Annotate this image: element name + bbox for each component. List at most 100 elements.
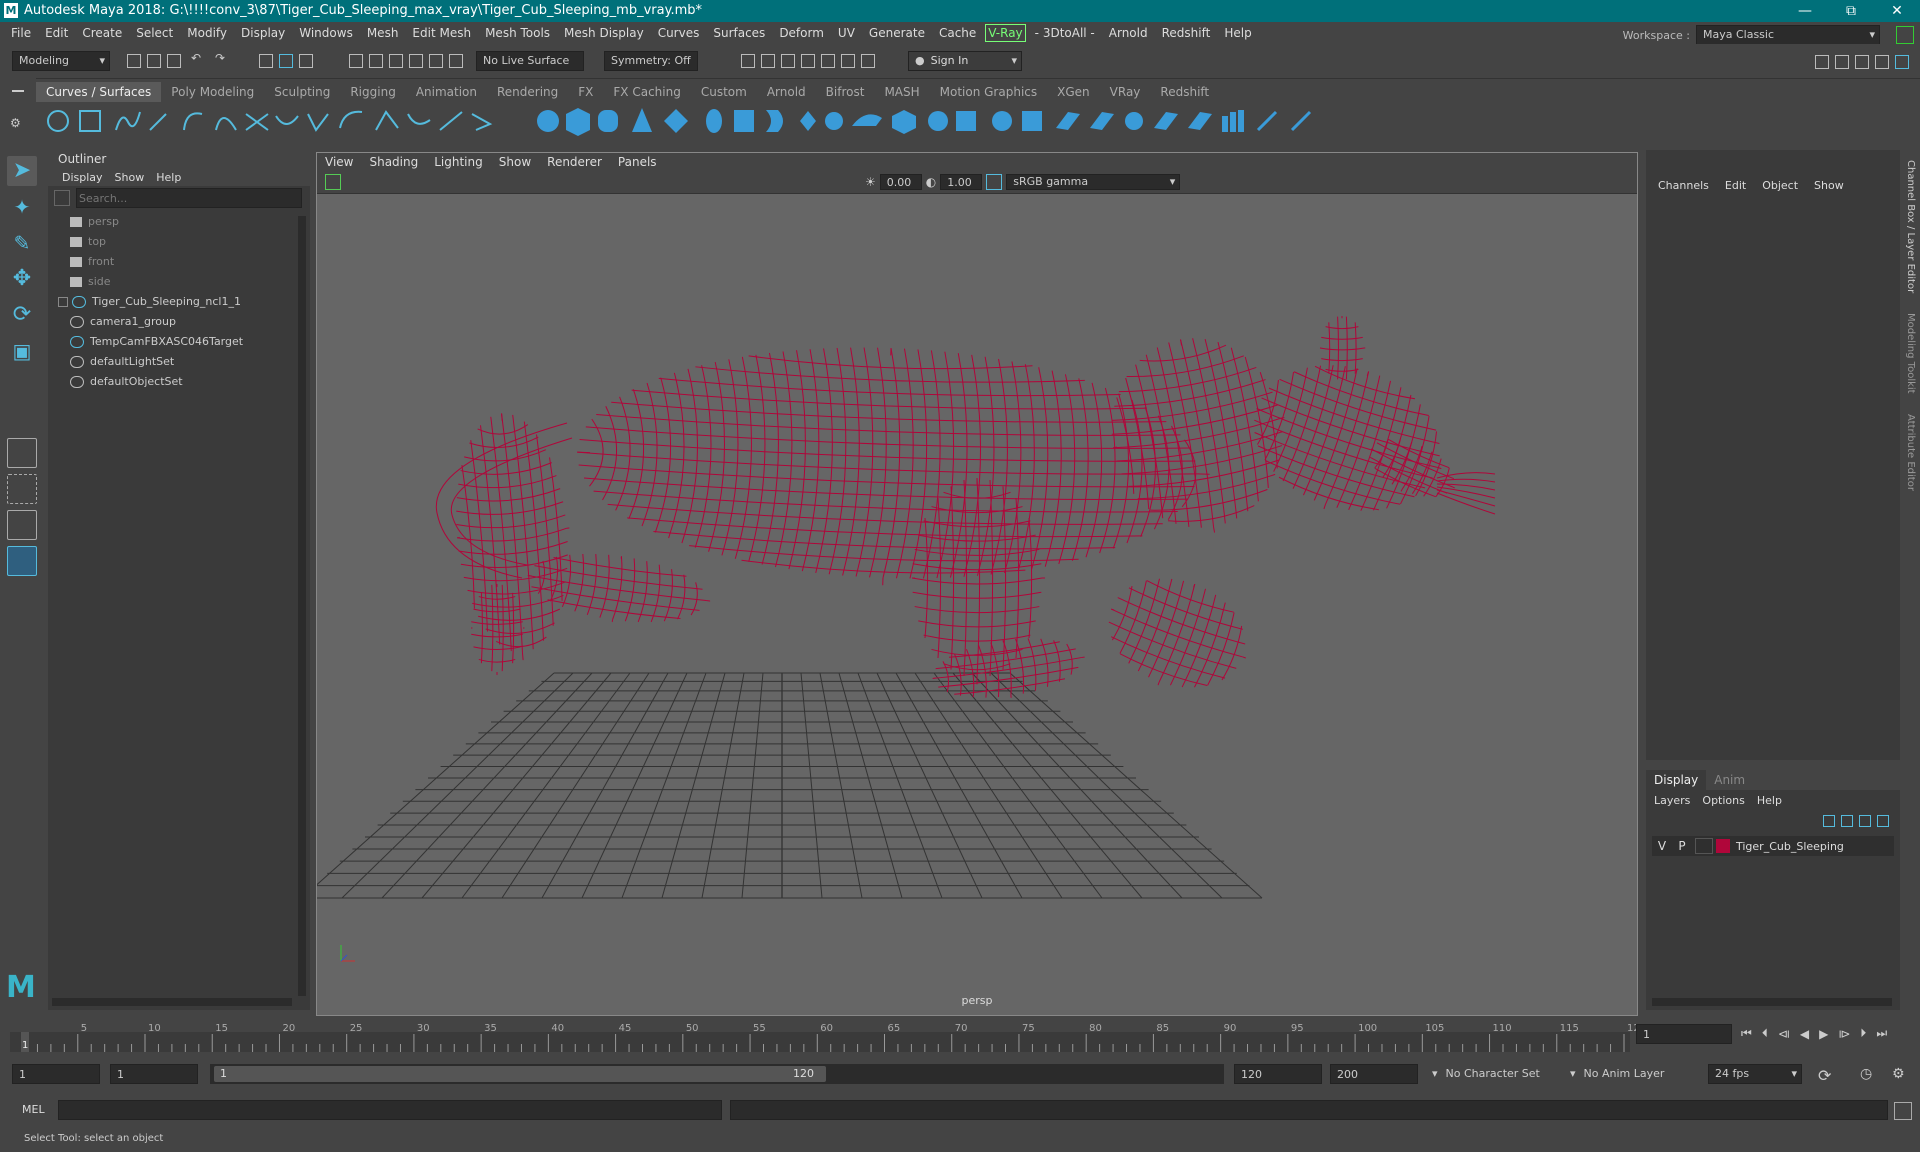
layer-menu-help[interactable]: Help [1751,794,1788,807]
channel-menu-channels[interactable]: Channels [1650,179,1717,192]
character-set-dropdown[interactable]: ▾ No Character Set [1432,1064,1582,1084]
new-scene-icon[interactable] [127,54,141,68]
playback-start-field[interactable]: 1 [110,1064,198,1084]
side-by-side-icon[interactable] [7,510,37,540]
outliner-layout-icon[interactable] [7,546,37,576]
shelf-tab-curves-surfaces[interactable]: Curves / Surfaces [36,82,162,102]
snap-view-plane-icon[interactable] [429,54,443,68]
shelf-settings-icon[interactable]: ⚙ [10,116,26,130]
tab-channel-box[interactable]: Channel Box / Layer Editor [1905,160,1916,293]
play-backwards-icon[interactable]: ◀ [1800,1027,1809,1041]
outliner-scrollbar[interactable] [298,216,306,996]
time-slider-track[interactable]: 5 10 15 20 25 30 35 40 45 50 55 60 65 70 75 80 85 90 95 100… [10,1018,1650,1054]
channel-menu-object[interactable]: Object [1754,179,1806,192]
layer-visibility-toggle[interactable]: V [1652,839,1672,853]
character-controls-icon[interactable] [1835,55,1849,69]
menu-mesh[interactable]: Mesh [360,22,406,44]
layer-menu-layers[interactable]: Layers [1648,794,1696,807]
menu-create[interactable]: Create [75,22,129,44]
colorspace-dropdown[interactable]: sRGB gamma ▾ [1006,174,1181,190]
snap-curve-icon[interactable] [369,54,383,68]
menu-modify[interactable]: Modify [180,22,234,44]
outliner-item[interactable]: defaultLightSet [48,352,310,372]
range-slider[interactable]: 1 120 [210,1064,1224,1084]
layer-playback-toggle[interactable]: P [1672,839,1692,853]
menu-edit-mesh[interactable]: Edit Mesh [405,22,478,44]
menu-set-dropdown[interactable]: Modeling ▾ [12,51,110,71]
menu-generate[interactable]: Generate [862,22,932,44]
range-slider-handle[interactable]: 1 120 [214,1066,826,1082]
shelf-tab-vray[interactable]: VRay [1100,82,1151,102]
preferences-icon[interactable]: ⚙ [1892,1066,1905,1082]
go-to-end-icon[interactable]: ⏭ [1876,1026,1887,1041]
command-language-toggle[interactable]: MEL [22,1103,45,1116]
shelf-tab-xgen[interactable]: XGen [1047,82,1100,102]
lasso-tool-icon[interactable]: ✦ [7,192,37,222]
shelf-tab-bifrost[interactable]: Bifrost [816,82,875,102]
outliner-menu-display[interactable]: Display [56,171,109,184]
pause-render-icon[interactable] [861,54,875,68]
menu-display[interactable]: Display [234,22,292,44]
open-scene-icon[interactable] [147,54,161,68]
outliner-item[interactable]: side [48,272,310,292]
outliner-item[interactable]: TempCamFBXASC046Target [48,332,310,352]
restore-icon[interactable]: ⧉ [1828,0,1874,22]
select-by-hierarchy-icon[interactable] [259,54,273,68]
outliner-item[interactable]: front [48,252,310,272]
menu-curves[interactable]: Curves [651,22,707,44]
scene-start-field[interactable]: 1 [12,1064,100,1084]
sign-in-button[interactable]: ● Sign In ▾ [908,51,1022,71]
snap-grid-icon[interactable] [349,54,363,68]
lock-icon[interactable] [1896,26,1914,44]
shelf-tab-custom[interactable]: Custom [691,82,757,102]
step-back-key-icon[interactable]: ⧏ [1778,1027,1790,1041]
save-scene-icon[interactable] [167,54,181,68]
menu-edit[interactable]: Edit [38,22,75,44]
layer-menu-options[interactable]: Options [1696,794,1750,807]
layer-color-swatch[interactable] [1716,839,1730,853]
color-management-icon[interactable] [986,174,1003,190]
outliner-item[interactable]: camera1_group [48,312,310,332]
outliner-item[interactable]: top [48,232,310,252]
four-view-icon[interactable] [7,474,37,504]
step-back-frame-icon[interactable]: ⏴ [1762,1026,1768,1041]
move-layer-down-icon[interactable] [1841,815,1853,827]
outliner-search-input[interactable] [76,188,302,208]
menu-uv[interactable]: UV [831,22,862,44]
live-surface-field[interactable]: No Live Surface [476,51,584,71]
tab-anim[interactable]: Anim [1706,770,1753,790]
gamma-field[interactable]: 1.00 [940,174,983,190]
move-tool-icon[interactable]: ✥ [7,264,37,294]
menu-mesh-display[interactable]: Mesh Display [557,22,651,44]
shelf-tab-rigging[interactable]: Rigging [340,82,405,102]
go-to-start-icon[interactable]: ⏮ [1741,1026,1752,1041]
new-layer-selected-icon[interactable] [1877,815,1889,827]
menu-deform[interactable]: Deform [772,22,831,44]
layer-hscrollbar[interactable] [1652,998,1892,1006]
shelf-tab-rendering[interactable]: Rendering [487,82,568,102]
paint-select-icon[interactable]: ✎ [7,228,37,258]
viewport-menu-renderer[interactable]: Renderer [539,153,610,171]
shelf-tab-mash[interactable]: MASH [874,82,929,102]
viewport-menu-panels[interactable]: Panels [610,153,665,171]
select-camera-icon[interactable] [325,174,341,190]
viewport-scene[interactable] [317,193,1637,1013]
channel-box-icon[interactable] [1895,55,1909,69]
attribute-editor-icon[interactable] [1855,55,1869,69]
command-input[interactable] [58,1100,722,1120]
single-view-icon[interactable] [7,438,37,468]
render-ipr-icon[interactable] [781,54,795,68]
move-layer-up-icon[interactable] [1823,815,1835,827]
playback-end-field[interactable]: 120 [1234,1064,1322,1084]
outliner-item[interactable]: defaultObjectSet [48,372,310,392]
auto-key-icon[interactable]: ◷ [1860,1066,1872,1082]
shelf-tab-redshift[interactable]: Redshift [1150,82,1219,102]
menu-mesh-tools[interactable]: Mesh Tools [478,22,557,44]
snap-point-icon[interactable] [389,54,403,68]
snap-projected-center-icon[interactable] [409,54,423,68]
tool-settings-icon[interactable] [1875,55,1889,69]
tab-attribute-editor[interactable]: Attribute Editor [1905,414,1916,491]
outliner-menu-help[interactable]: Help [150,171,187,184]
render-settings-icon[interactable] [801,54,815,68]
shelf-tab-fx-caching[interactable]: FX Caching [603,82,690,102]
